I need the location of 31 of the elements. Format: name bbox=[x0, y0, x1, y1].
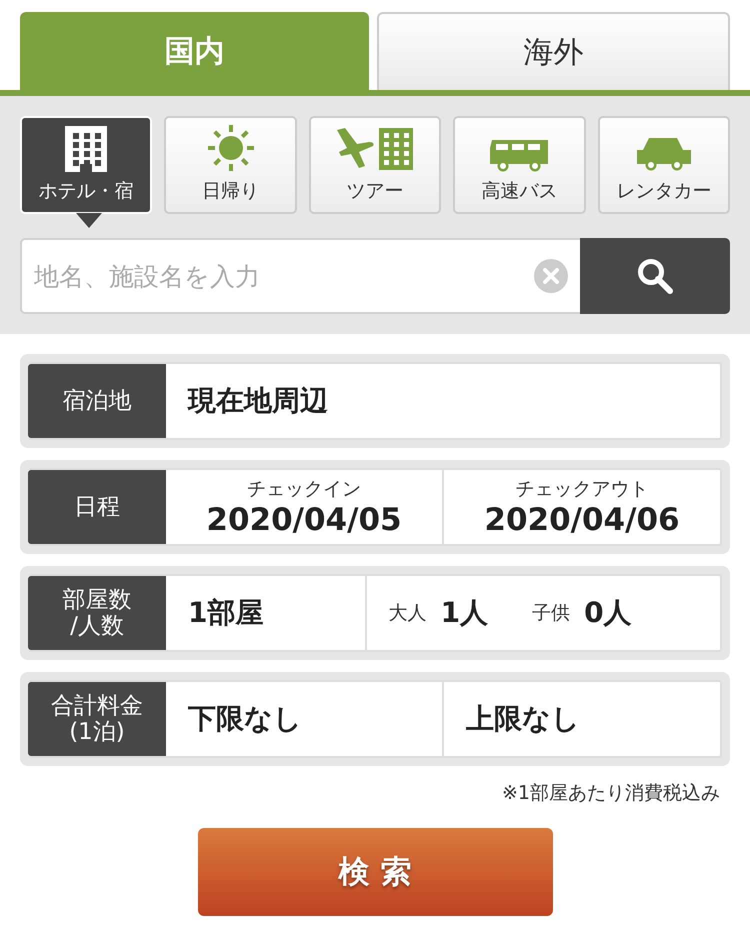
min-price-value[interactable]: 下限なし bbox=[188, 700, 302, 738]
max-price-value[interactable]: 上限なし bbox=[466, 700, 580, 738]
plane-building-icon bbox=[335, 126, 416, 172]
checkin-date[interactable]: 2020/04/05 bbox=[206, 502, 402, 538]
sun-icon bbox=[206, 124, 255, 172]
checkout-date[interactable]: 2020/04/06 bbox=[484, 502, 680, 538]
building-icon bbox=[65, 126, 108, 172]
adults-label: 大人 bbox=[388, 601, 427, 626]
category-button[interactable]: 高速バス bbox=[453, 116, 586, 214]
row-label: 日程 bbox=[28, 470, 166, 544]
region-tab[interactable]: 海外 bbox=[377, 12, 730, 90]
children-label: 子供 bbox=[532, 601, 570, 626]
place-value[interactable]: 現在地周辺 bbox=[188, 382, 328, 420]
car-icon bbox=[634, 136, 693, 172]
search-button[interactable] bbox=[580, 238, 730, 314]
bus-icon bbox=[488, 138, 550, 172]
rooms-value[interactable]: 1部屋 bbox=[188, 594, 264, 632]
search-field[interactable]: 地名、施設名を入力 bbox=[20, 238, 580, 314]
row-label: 宿泊地 bbox=[28, 364, 166, 438]
search-icon bbox=[636, 257, 674, 295]
row-label: 合計料金 (1泊) bbox=[28, 682, 166, 756]
adults-value[interactable]: 1人 bbox=[440, 594, 488, 632]
submit-button[interactable]: 検 索 bbox=[198, 828, 552, 916]
category-button[interactable]: 日帰り bbox=[164, 116, 297, 214]
checkout-label: チェックアウト bbox=[516, 477, 648, 502]
children-value[interactable]: 0人 bbox=[584, 594, 632, 632]
checkin-label: チェックイン bbox=[247, 477, 361, 502]
tax-note: ※1部屋あたり消費税込み bbox=[500, 781, 721, 806]
category-button[interactable]: レンタカー bbox=[598, 116, 730, 214]
row-label: 部屋数 /人数 bbox=[28, 576, 166, 650]
category-button[interactable]: ツアー bbox=[308, 116, 442, 214]
